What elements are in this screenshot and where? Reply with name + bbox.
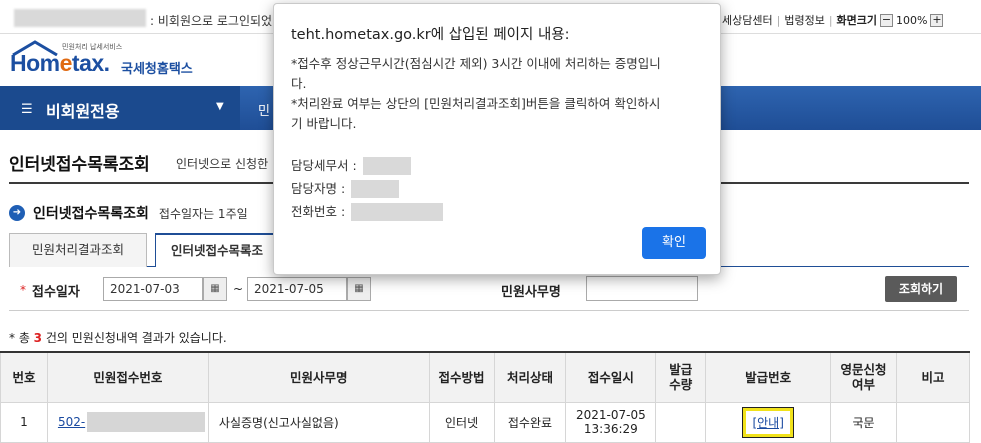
logo-korean-name: 국세청홈택스 — [121, 62, 193, 77]
blurred-office — [362, 156, 411, 175]
nav-title: 비회원전용 — [46, 102, 120, 121]
guide-link[interactable]: [안내] — [742, 406, 794, 438]
zoom-out-button[interactable]: − — [880, 13, 894, 27]
tab-civil-result[interactable]: 민원처리결과조회 — [9, 233, 147, 267]
cell-civil-name: 사실증명(신고사실없음) — [207, 401, 430, 443]
search-button[interactable]: 조회하기 — [885, 276, 957, 302]
col-header: 영문신청 여부 — [830, 351, 898, 403]
nav-breadcrumb[interactable]: 민 — [258, 100, 270, 119]
civil-name-label: 민원사무명 — [501, 285, 561, 300]
blurred-user-name — [14, 9, 146, 27]
date-to-input[interactable]: 2021-07-05 — [247, 277, 347, 301]
receipt-number-link[interactable]: 502- — [58, 412, 206, 432]
person-row: 담당자명 : — [291, 177, 711, 200]
cell-no: 1 — [0, 401, 48, 443]
cell-issue-no: [안내] — [705, 401, 832, 443]
zoom-value: 100% — [896, 13, 928, 27]
col-header: 발급 수량 — [655, 351, 707, 403]
top-link-screen-size: 화면크기 — [836, 14, 878, 27]
date-label: 접수일자 — [32, 285, 80, 300]
phone-row: 전화번호 : — [291, 200, 711, 223]
col-header: 번호 — [0, 351, 48, 403]
dialog-title: teht.hometax.go.kr에 삽입된 페이지 내용: — [291, 27, 570, 43]
hometax-logo[interactable]: 민원처리 납세서비스 Hometax. 국세청홈택스 — [8, 40, 208, 80]
top-link-consult[interactable]: 세상담센터 — [722, 12, 773, 28]
required-star: * — [20, 283, 26, 297]
receipt-date: 2021-07-05 — [575, 408, 646, 422]
cell-receipt-no: 502- — [46, 401, 209, 443]
chevron-down-icon: ▼ — [216, 101, 224, 112]
result-count: 3 — [33, 331, 43, 345]
alert-dialog: teht.hometax.go.kr에 삽입된 페이지 내용: *접수후 정상근… — [273, 3, 721, 275]
menu-icon: ☰ — [21, 102, 33, 117]
nav-menu-dropdown[interactable]: ☰ 비회원전용 ▼ — [0, 86, 240, 130]
section-header: ➜ 인터넷접수목록조회 접수일자는 1주일 — [9, 203, 248, 223]
message-line: *접수후 정상근무시간(점심시간 제외) 3시간 이내에 처리하는 증명입니 — [291, 56, 661, 71]
section-description: 접수일자는 1주일 — [158, 206, 248, 221]
col-header: 비고 — [896, 351, 970, 403]
civil-name-input[interactable] — [586, 276, 698, 301]
login-notice: : 비회원으로 로그인되었 — [150, 14, 273, 28]
result-count-text: * 총 3 건의 민원신청내역 결과가 있습니다. — [9, 331, 227, 345]
section-title: 인터넷접수목록조회 — [33, 206, 149, 222]
col-header: 민원접수번호 — [46, 351, 209, 403]
cell-qty — [655, 401, 707, 443]
cell-status: 접수완료 — [493, 401, 567, 443]
top-link-law[interactable]: 법령정보 — [784, 12, 824, 28]
page-description: 인터넷으로 신청한 — [176, 157, 269, 171]
dialog-message: *접수후 정상근무시간(점심시간 제외) 3시간 이내에 처리하는 증명입니 다… — [291, 54, 711, 223]
tab-internet-receipt-list[interactable]: 인터넷접수목록조 — [155, 233, 279, 267]
table-row: 1 502- 사실증명(신고사실없음) 인터넷 접수완료 2021-07-05 … — [0, 401, 970, 443]
col-header: 접수일시 — [565, 351, 657, 403]
blurred-receipt-number — [87, 412, 206, 432]
col-header: 접수방법 — [428, 351, 495, 403]
cell-method: 인터넷 — [428, 401, 495, 443]
cell-english: 국문 — [830, 401, 898, 443]
ok-button[interactable]: 확인 — [642, 227, 706, 259]
office-row: 담당세무서 : — [291, 154, 711, 177]
calendar-icon[interactable]: ▦ — [203, 277, 227, 301]
zoom-in-button[interactable]: + — [930, 13, 944, 27]
message-line: 기 바랍니다. — [291, 116, 357, 131]
message-line: *처리완료 여부는 상단의 [민원처리결과조회]버튼을 클릭하여 확인하시 — [291, 96, 661, 111]
cell-datetime: 2021-07-05 13:36:29 — [565, 401, 657, 443]
page-title: 인터넷접수목록조회 — [9, 155, 150, 175]
calendar-icon[interactable]: ▦ — [347, 277, 371, 301]
receipt-time: 13:36:29 — [583, 422, 638, 436]
top-links: 세상담센터 | 법령정보 | 화면크기 − 100% + — [722, 12, 944, 28]
cell-note — [896, 401, 970, 443]
col-header: 민원사무명 — [207, 351, 430, 403]
logo-wordmark: Hometax. — [10, 50, 110, 76]
blurred-person — [351, 179, 400, 198]
message-line: 다. — [291, 76, 307, 91]
col-header: 발급번호 — [705, 351, 832, 403]
receipt-table: 번호 민원접수번호 민원사무명 접수방법 처리상태 접수일시 발급 수량 발급번… — [0, 351, 970, 443]
date-range-separator: ~ — [233, 282, 244, 296]
col-header: 처리상태 — [493, 351, 567, 403]
blurred-phone — [351, 202, 444, 221]
date-from-input[interactable]: 2021-07-03 — [103, 277, 203, 301]
arrow-circle-icon: ➜ — [9, 205, 25, 221]
